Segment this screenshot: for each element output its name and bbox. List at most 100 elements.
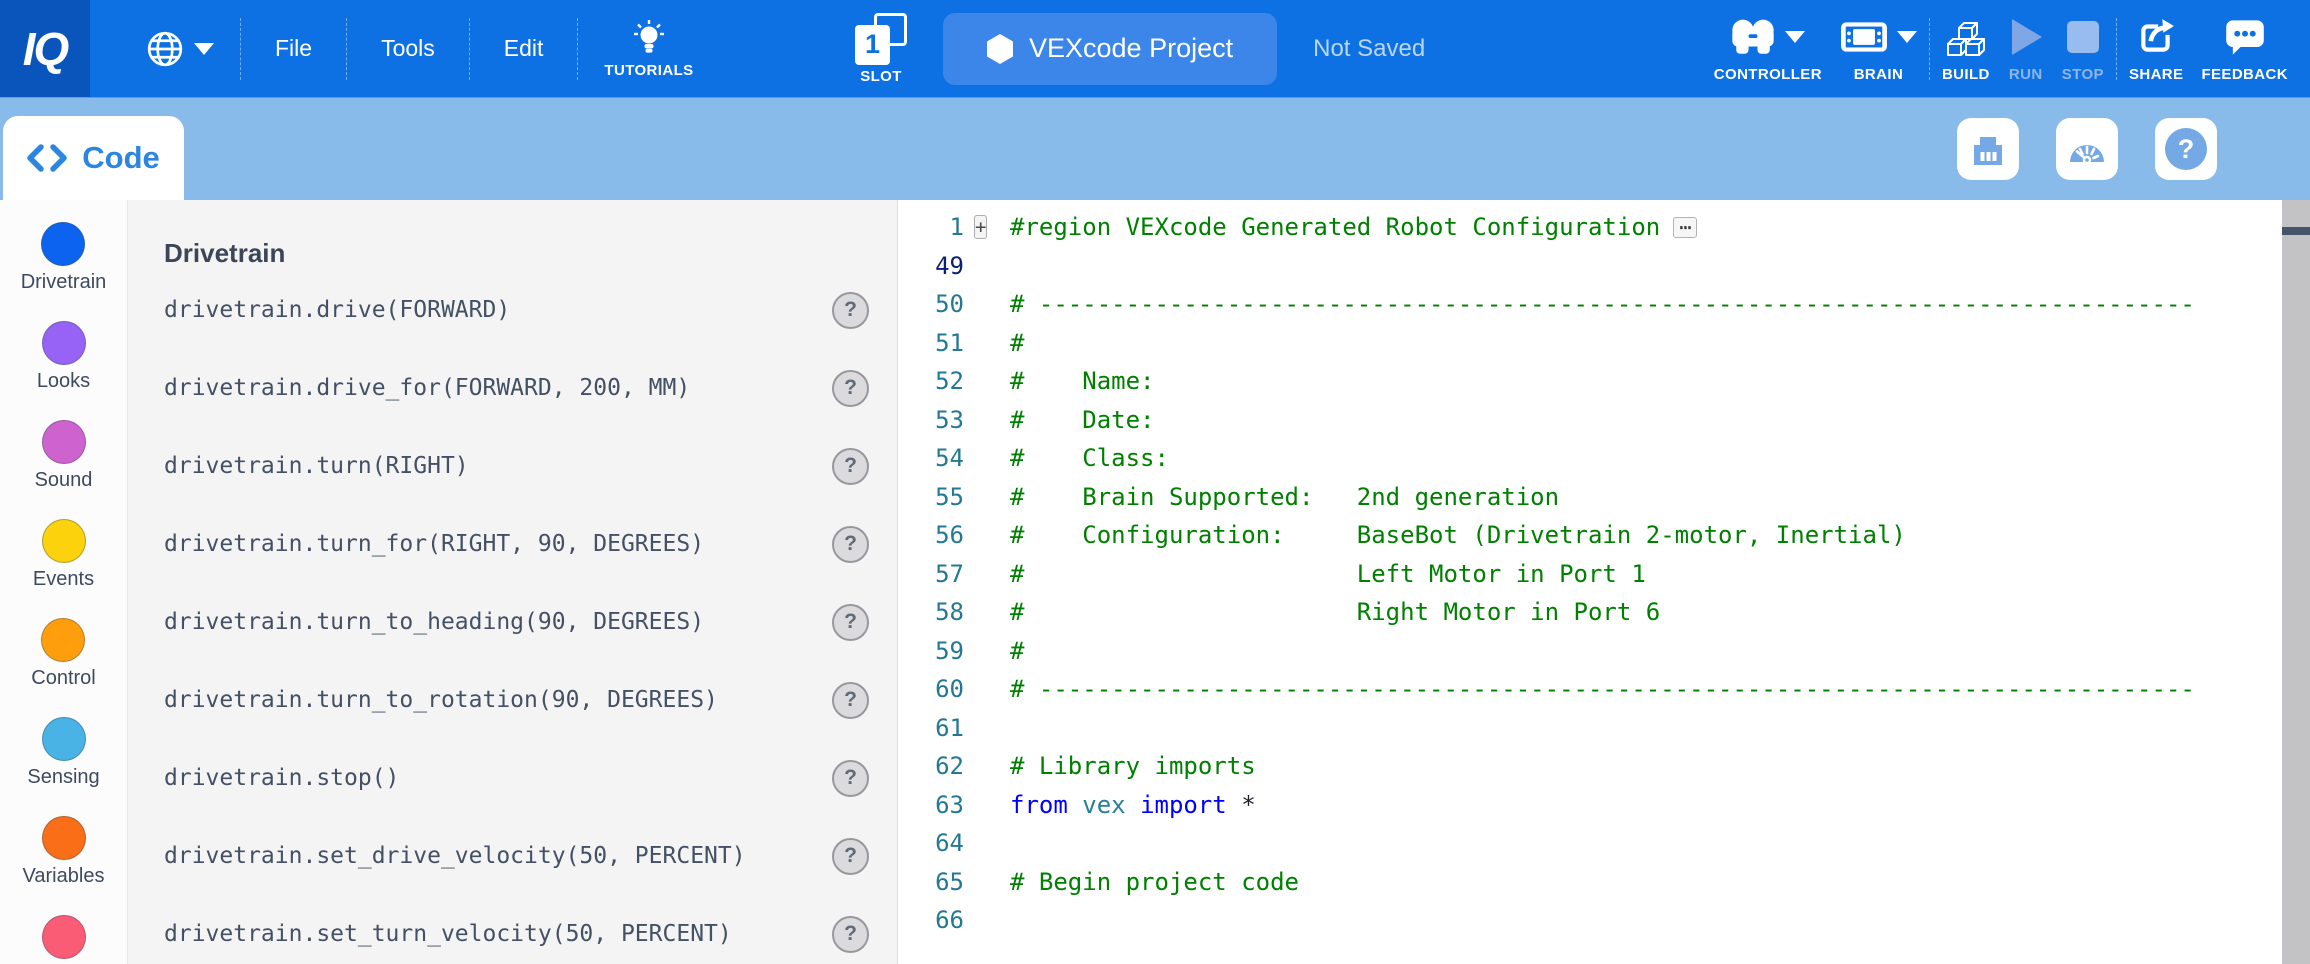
code-line[interactable]: 55# Brain Supported: 2nd generation <box>898 478 2282 517</box>
code-line[interactable]: 60# ------------------------------------… <box>898 670 2282 709</box>
command-help-button[interactable]: ? <box>832 448 869 485</box>
print-console-button[interactable] <box>1957 118 2019 180</box>
share-button[interactable]: SHARE <box>2123 0 2190 97</box>
device-port-icon <box>1970 133 2006 165</box>
stop-button[interactable]: STOP <box>2056 0 2110 97</box>
menu-zone: FileToolsEdit TUTORIALS <box>120 0 720 97</box>
collapsed-region-icon[interactable]: ⋯ <box>1673 217 1697 238</box>
code-line-text: # Brain Supported: 2nd generation <box>1010 483 1559 511</box>
run-button[interactable]: RUN <box>2002 0 2050 97</box>
menu-item-file[interactable]: File <box>241 0 346 97</box>
sidebar-item-sensing[interactable]: Sensing <box>27 717 99 816</box>
command-row[interactable]: drivetrain.turn_for(RIGHT, 90, DEGREES)? <box>128 505 898 583</box>
chevron-down-icon <box>1785 31 1805 43</box>
line-number: 62 <box>898 752 964 780</box>
category-color-dot <box>42 717 86 761</box>
slot-button[interactable]: 1 SLOT <box>855 13 907 85</box>
slot-label: SLOT <box>860 68 902 85</box>
command-row[interactable]: drivetrain.turn(RIGHT)? <box>128 427 898 505</box>
code-line[interactable]: 49 <box>898 247 2282 286</box>
save-status: Not Saved <box>1313 35 1425 63</box>
fold-expand-icon[interactable]: + <box>974 215 987 239</box>
command-help-button[interactable]: ? <box>832 838 869 875</box>
command-help-button[interactable]: ? <box>832 760 869 797</box>
code-brackets-icon <box>27 144 67 172</box>
command-help-button[interactable]: ? <box>832 916 869 953</box>
category-color-dot <box>42 420 86 464</box>
code-line[interactable]: 58# Right Motor in Port 6 <box>898 593 2282 632</box>
menu-item-tools[interactable]: Tools <box>347 0 469 97</box>
command-row[interactable]: drivetrain.drive(FORWARD)? <box>128 271 898 349</box>
code-line[interactable]: 66 <box>898 901 2282 940</box>
build-label: BUILD <box>1942 66 1990 83</box>
editor-toolbar: ? <box>1957 118 2217 180</box>
command-row[interactable]: drivetrain.turn_to_heading(90, DEGREES)? <box>128 583 898 661</box>
tab-code[interactable]: Code <box>3 116 184 200</box>
code-line[interactable]: 54# Class: <box>898 439 2282 478</box>
command-help-button[interactable]: ? <box>832 526 869 563</box>
help-button[interactable]: ? <box>2155 118 2217 180</box>
command-row[interactable]: drivetrain.turn_to_rotation(90, DEGREES)… <box>128 661 898 739</box>
command-help-button[interactable]: ? <box>832 370 869 407</box>
sidebar-item-sound[interactable]: Sound <box>35 420 93 519</box>
sidebar-item-category-8[interactable] <box>42 915 86 964</box>
code-line[interactable]: 59# <box>898 632 2282 671</box>
code-line[interactable]: 1+#region VEXcode Generated Robot Config… <box>898 208 2282 247</box>
line-number: 1 <box>898 213 964 241</box>
code-line[interactable]: 65# Begin project code <box>898 863 2282 902</box>
language-menu[interactable] <box>120 30 240 68</box>
code-line-text: from vex import * <box>1010 791 1256 819</box>
menu-item-edit[interactable]: Edit <box>470 0 578 97</box>
line-number: 60 <box>898 675 964 703</box>
code-area[interactable]: 1+#region VEXcode Generated Robot Config… <box>898 208 2282 940</box>
code-editor[interactable]: 1+#region VEXcode Generated Robot Config… <box>898 200 2310 964</box>
brain-button[interactable]: BRAIN <box>1834 0 1923 97</box>
tutorials-button[interactable]: TUTORIALS <box>578 0 719 97</box>
feedback-button[interactable]: FEEDBACK <box>2195 0 2294 97</box>
sidebar-item-variables[interactable]: Variables <box>23 816 105 915</box>
editor-scrollbar-thumb[interactable] <box>2282 227 2310 235</box>
sidebar-item-events[interactable]: Events <box>33 519 94 618</box>
line-number: 63 <box>898 791 964 819</box>
code-line[interactable]: 53# Date: <box>898 401 2282 440</box>
line-number: 57 <box>898 560 964 588</box>
code-line[interactable]: 50# ------------------------------------… <box>898 285 2282 324</box>
command-text: drivetrain.turn_for(RIGHT, 90, DEGREES) <box>164 531 704 557</box>
editor-scrollbar[interactable] <box>2282 200 2310 964</box>
question-mark-icon: ? <box>2165 128 2207 170</box>
top-toolbar: IQ FileToolsEdit <box>0 0 2310 97</box>
code-line[interactable]: 62# Library imports <box>898 747 2282 786</box>
sidebar-item-drivetrain[interactable]: Drivetrain <box>21 222 107 321</box>
command-row[interactable]: drivetrain.stop()? <box>128 739 898 817</box>
build-button[interactable]: BUILD <box>1936 0 1996 97</box>
controller-button[interactable]: CONTROLLER <box>1708 0 1828 97</box>
code-line-text: # <box>1010 329 1024 357</box>
line-number: 52 <box>898 367 964 395</box>
command-help-button[interactable]: ? <box>832 682 869 719</box>
code-line[interactable]: 51# <box>898 324 2282 363</box>
command-help-button[interactable]: ? <box>832 604 869 641</box>
code-line[interactable]: 56# Configuration: BaseBot (Drivetrain 2… <box>898 516 2282 555</box>
command-row[interactable]: drivetrain.drive_for(FORWARD, 200, MM)? <box>128 349 898 427</box>
code-line-text: # Name: <box>1010 367 1155 395</box>
code-line[interactable]: 61 <box>898 709 2282 748</box>
sidebar-item-control[interactable]: Control <box>31 618 95 717</box>
hexagon-icon <box>987 34 1013 64</box>
project-name-button[interactable]: VEXcode Project <box>943 13 1277 85</box>
code-line[interactable]: 63 from vex import * <box>898 786 2282 825</box>
feedback-label: FEEDBACK <box>2201 66 2288 83</box>
category-color-dot <box>41 618 85 662</box>
command-row[interactable]: drivetrain.set_drive_velocity(50, PERCEN… <box>128 817 898 895</box>
sidebar-item-looks[interactable]: Looks <box>37 321 90 420</box>
dashboard-gauge-button[interactable] <box>2056 118 2118 180</box>
command-text: drivetrain.set_turn_velocity(50, PERCENT… <box>164 921 732 947</box>
command-row[interactable]: drivetrain.set_turn_velocity(50, PERCENT… <box>128 895 898 964</box>
code-line[interactable]: 64 <box>898 824 2282 863</box>
command-help-button[interactable]: ? <box>832 292 869 329</box>
code-line[interactable]: 52 # Name: <box>898 362 2282 401</box>
run-label: RUN <box>2009 66 2043 83</box>
stop-square-icon <box>2065 19 2101 55</box>
toolbar-separator <box>2116 18 2117 80</box>
code-line[interactable]: 57# Left Motor in Port 1 <box>898 555 2282 594</box>
device-toolbar: CONTROLLER <box>1708 0 2294 97</box>
